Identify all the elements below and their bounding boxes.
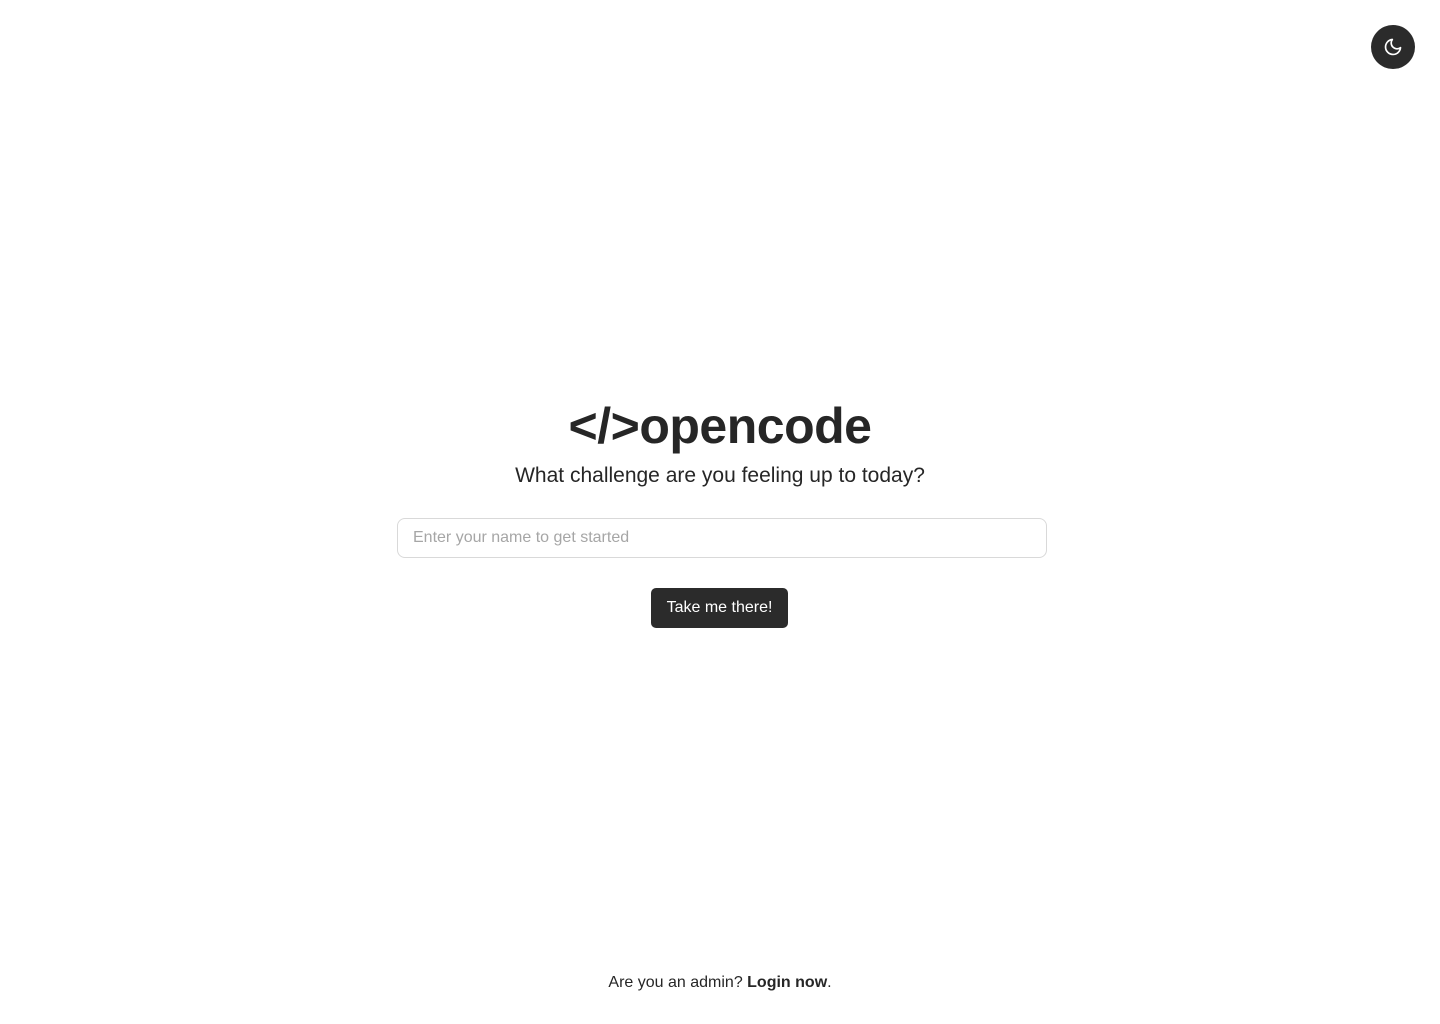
admin-prompt-text: Are you an admin?	[608, 974, 748, 991]
footer-suffix: .	[827, 974, 832, 991]
tagline: What challenge are you feeling up to tod…	[515, 464, 925, 487]
admin-login-prompt: Are you an admin? Login now.	[0, 972, 1440, 994]
landing-page: </>opencode What challenge are you feeli…	[0, 0, 1440, 1024]
hero: </>opencode What challenge are you feeli…	[0, 397, 1440, 490]
moon-icon	[1383, 37, 1403, 57]
name-input[interactable]	[397, 518, 1047, 558]
brand-logo: </>opencode	[568, 398, 872, 454]
login-now-link[interactable]: Login now	[747, 974, 827, 991]
theme-toggle-button[interactable]	[1371, 25, 1415, 69]
take-me-there-button[interactable]: Take me there!	[651, 588, 788, 628]
